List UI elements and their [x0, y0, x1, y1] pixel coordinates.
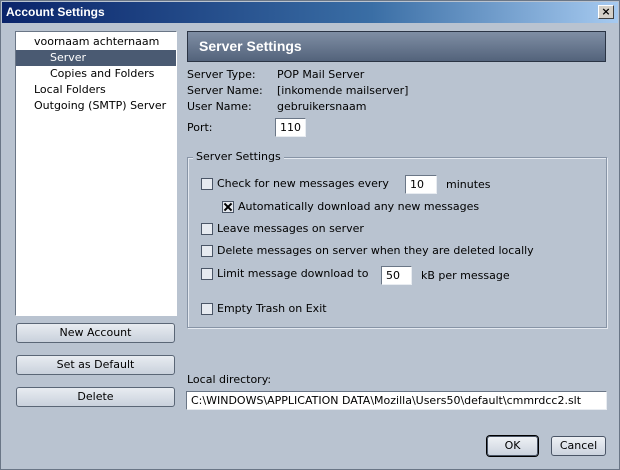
- auto-download-label: Automatically download any new messages: [238, 200, 480, 213]
- user-name-value: gebruikersnaam: [277, 100, 367, 113]
- tree-item-label: voornaam achternaam: [34, 35, 160, 48]
- limit-download-label: Limit message download to: [217, 267, 369, 280]
- tree-item-label: Outgoing (SMTP) Server: [34, 99, 167, 112]
- download-limit-input[interactable]: 50: [381, 266, 412, 285]
- group-title: Server Settings: [193, 150, 284, 163]
- checkbox-box[interactable]: [201, 222, 213, 235]
- tree-item-outgoing-smtp[interactable]: Outgoing (SMTP) Server: [16, 98, 176, 114]
- minutes-label: minutes: [446, 178, 491, 191]
- checkbox-box[interactable]: [222, 200, 234, 213]
- checkbox-box[interactable]: [201, 244, 213, 257]
- tree-item-copies-and-folders[interactable]: Copies and Folders: [16, 66, 176, 82]
- user-name-label: User Name:: [187, 100, 252, 113]
- tree-item-label: Copies and Folders: [50, 67, 155, 80]
- delete-on-server-checkbox[interactable]: Delete messages on server when they are …: [201, 244, 534, 257]
- delete-on-server-label: Delete messages on server when they are …: [217, 244, 534, 257]
- leave-on-server-label: Leave messages on server: [217, 222, 364, 235]
- leave-on-server-checkbox[interactable]: Leave messages on server: [201, 222, 364, 235]
- checkbox-box[interactable]: [201, 267, 213, 280]
- server-name-label: Server Name:: [187, 84, 263, 97]
- limit-download-checkbox[interactable]: Limit message download to: [201, 267, 368, 280]
- server-type-value: POP Mail Server: [277, 68, 365, 81]
- server-type-label: Server Type:: [187, 68, 256, 81]
- tree-item-label: Local Folders: [34, 83, 106, 96]
- port-label: Port:: [187, 121, 213, 134]
- ok-button[interactable]: OK: [487, 436, 538, 456]
- check-new-messages-checkbox[interactable]: Check for new messages every: [201, 177, 389, 190]
- empty-trash-label: Empty Trash on Exit: [217, 302, 327, 315]
- panel-title: Server Settings: [187, 31, 606, 62]
- port-input[interactable]: 110: [275, 118, 306, 137]
- cancel-button[interactable]: Cancel: [551, 436, 606, 456]
- kb-per-message-label: kB per message: [421, 269, 510, 282]
- account-settings-window: Account Settings × voornaam achternaam S…: [0, 0, 620, 470]
- window-title: Account Settings: [6, 5, 105, 19]
- local-directory-label: Local directory:: [187, 373, 272, 386]
- close-icon[interactable]: ×: [598, 5, 614, 19]
- server-name-value: [inkomende mailserver]: [277, 84, 409, 97]
- checkbox-box[interactable]: [201, 302, 213, 315]
- set-default-button[interactable]: Set as Default: [16, 355, 175, 375]
- check-interval-input[interactable]: 10: [405, 175, 437, 194]
- account-tree[interactable]: voornaam achternaam Server Copies and Fo…: [15, 31, 177, 316]
- delete-account-button[interactable]: Delete: [16, 387, 175, 407]
- auto-download-checkbox[interactable]: Automatically download any new messages: [222, 200, 479, 213]
- tree-item-label: Server: [50, 51, 87, 64]
- tree-item-local-folders[interactable]: Local Folders: [16, 82, 176, 98]
- tree-item-account[interactable]: voornaam achternaam: [16, 34, 176, 50]
- check-new-messages-label: Check for new messages every: [217, 177, 389, 190]
- title-bar: Account Settings ×: [2, 2, 618, 23]
- checkbox-box[interactable]: [201, 177, 213, 190]
- new-account-button[interactable]: New Account: [16, 323, 175, 343]
- empty-trash-checkbox[interactable]: Empty Trash on Exit: [201, 302, 327, 315]
- local-directory-input[interactable]: C:\WINDOWS\APPLICATION DATA\Mozilla\User…: [186, 391, 607, 410]
- tree-item-server[interactable]: Server: [16, 50, 176, 66]
